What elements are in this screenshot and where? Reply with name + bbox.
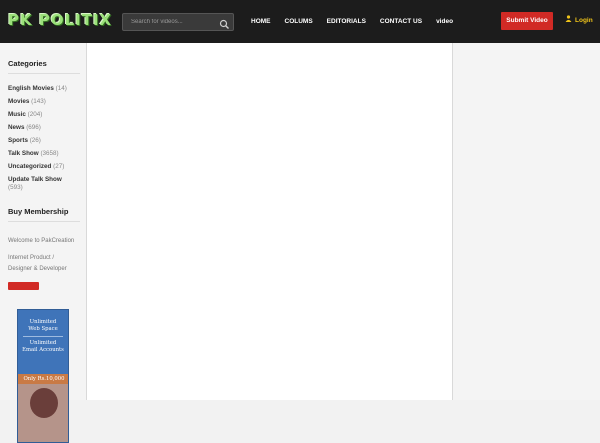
category-item[interactable]: Sports (26) [8,137,83,145]
category-item[interactable]: Movies (143) [8,98,83,106]
nav-editorials[interactable]: EDITORIALS [320,0,373,43]
left-sidebar: Categories English Movies (14) Movies (1… [0,43,87,443]
nav-contact-us[interactable]: CONTACT US [373,0,429,43]
category-count: (3658) [40,150,59,157]
category-name: Movies [8,98,30,105]
category-item[interactable]: Talk Show (3658) [8,150,83,158]
membership-divider [8,221,80,222]
categories-divider [8,73,80,74]
category-name: Talk Show [8,150,39,157]
category-count: (696) [26,124,41,131]
login-label: Login [575,17,593,24]
hosting-ad-banner[interactable]: Unlimited Web Space Unlimited Email Acco… [17,309,69,443]
category-name: Uncategorized [8,163,52,170]
category-item[interactable]: Uncategorized (27) [8,163,83,171]
category-count: (26) [29,137,41,144]
top-header-bar: PK POLITIX HOME COLUMS EDITORIALS CONTAC… [0,0,600,43]
search-input[interactable] [123,14,217,30]
ad-line-1: Unlimited [29,319,57,325]
ad-separator [23,336,63,337]
nav-home[interactable]: HOME [244,0,278,43]
submit-video-button[interactable]: Submit Video [501,12,553,30]
category-name: Update Talk Show [8,176,62,183]
nav-colums[interactable]: COLUMS [278,0,320,43]
nav-video[interactable]: video [429,0,460,43]
category-item[interactable]: English Movies (14) [8,85,83,93]
category-item[interactable]: Music (204) [8,111,83,119]
user-icon [565,12,575,30]
site-logo[interactable]: PK POLITIX [8,11,112,33]
search-icon[interactable] [219,17,230,29]
category-name: English Movies [8,85,54,92]
membership-heading: Buy Membership [8,207,69,216]
ad-line-3: Unlimited [29,340,57,346]
main-navigation: HOME COLUMS EDITORIALS CONTACT US video [244,0,460,43]
tagline-line-2: Designer & Developer [8,266,67,272]
category-count: (143) [31,98,46,105]
search-box [122,13,234,31]
ad-line-4: Email Accounts [22,347,64,353]
tagline-line-1: Internet Product / [8,255,55,261]
category-count: (14) [55,85,67,92]
category-item[interactable]: Update Talk Show (593) [8,176,83,192]
category-count: (593) [8,184,23,191]
category-name: Sports [8,137,28,144]
ad-line-2: Web Space [28,326,58,332]
category-name: News [8,124,25,131]
categories-heading: Categories [8,59,47,68]
login-link[interactable]: Login [565,12,593,30]
ad-person-image [30,388,58,418]
right-sidebar [453,43,600,400]
category-list: English Movies (14) Movies (143) Music (… [8,85,83,197]
welcome-text: Welcome to PakCreation [8,238,75,244]
category-item[interactable]: News (696) [8,124,83,132]
membership-button[interactable] [8,282,39,290]
category-count: (204) [27,111,43,118]
category-name: Music [8,111,26,118]
ad-price: Only Rs.10,000 [18,374,68,384]
main-content-area [87,43,453,400]
category-count: (27) [53,163,65,170]
